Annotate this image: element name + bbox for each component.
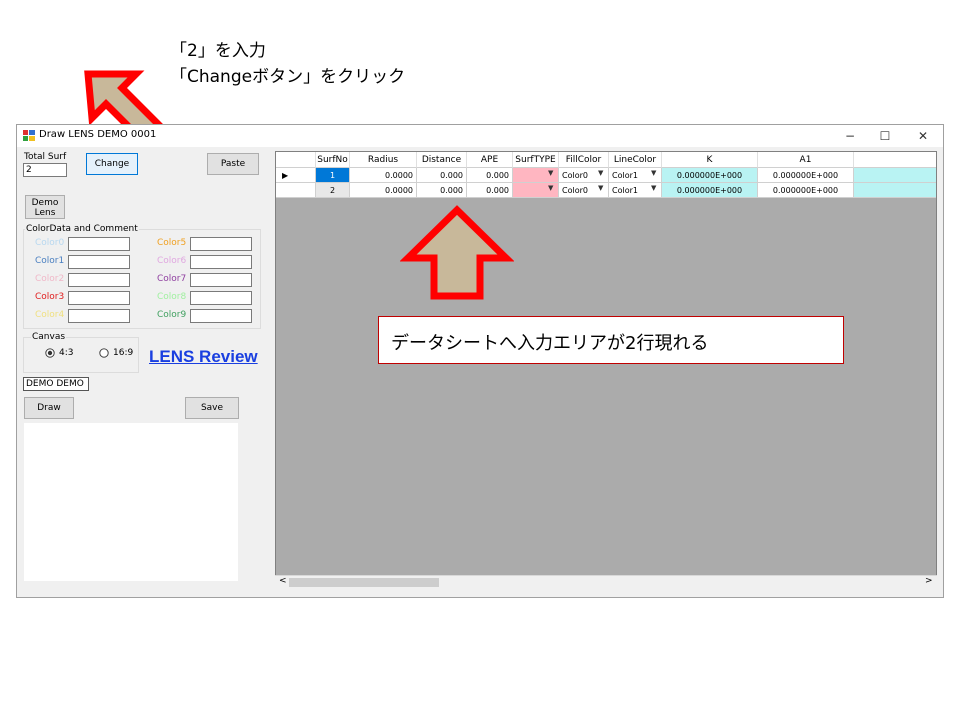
grid-header-surftype[interactable]: SurfTYPE	[513, 152, 559, 168]
annotation-line-2: 「Changeボタン」をクリック	[170, 67, 406, 87]
window-title: Draw LENS DEMO 0001	[39, 129, 157, 140]
dropdown-arrow-icon[interactable]: ▼	[598, 184, 603, 192]
radio-169[interactable]	[99, 348, 109, 358]
color-comment-input-1[interactable]	[68, 255, 130, 269]
color-label-0: Color0	[35, 238, 65, 248]
data-grid: SurfNo Radius Distance APE SurfTYPE FillColor…	[275, 151, 937, 589]
grid-header-a1[interactable]: A1	[758, 152, 854, 168]
drawing-canvas[interactable]	[24, 423, 238, 581]
color-comment-input-2[interactable]	[68, 273, 130, 287]
paste-button[interactable]: Paste	[207, 153, 259, 175]
save-button[interactable]: Save	[185, 397, 239, 419]
grid-header-distance[interactable]: Distance	[417, 152, 467, 168]
color-label-2: Color2	[35, 274, 65, 284]
color-comment-input-8[interactable]	[190, 291, 252, 305]
color-group-label: ColorData and Comment	[25, 224, 139, 234]
grid-header-fillcolor[interactable]: FillColor	[559, 152, 609, 168]
pointer-arrow-up	[400, 205, 514, 300]
dropdown-arrow-icon[interactable]: ▼	[651, 169, 656, 177]
draw-button[interactable]: Draw	[24, 397, 74, 419]
radio-169-label: 16:9	[113, 348, 134, 358]
color-label-1: Color1	[35, 256, 65, 266]
title-bar: Draw LENS DEMO 0001 − ☐ ✕	[17, 125, 943, 147]
cell-more-0[interactable]: 0.0	[854, 168, 936, 183]
cell-ape-0[interactable]: 0.000	[467, 168, 513, 183]
row-header-1[interactable]	[276, 183, 316, 198]
row-header-0[interactable]: ▶	[276, 168, 316, 183]
demo-text-box: DEMO DEMO	[23, 377, 89, 391]
grid-corner-header	[276, 152, 316, 168]
color-comment-input-3[interactable]	[68, 291, 130, 305]
demo-lens-button[interactable]: Demo Lens	[25, 195, 65, 219]
color-label-7: Color7	[157, 274, 187, 284]
color-label-9: Color9	[157, 310, 187, 320]
cell-distance-0[interactable]: 0.000	[417, 168, 467, 183]
color-comment-input-6[interactable]	[190, 255, 252, 269]
dropdown-arrow-icon[interactable]: ▼	[598, 169, 603, 177]
grid-header-next[interactable]	[854, 152, 936, 168]
close-button[interactable]: ✕	[908, 127, 938, 145]
scroll-left-arrow[interactable]: <	[279, 576, 287, 586]
app-icon	[23, 130, 35, 141]
total-surf-label: Total Surf	[24, 152, 67, 162]
cell-distance-1[interactable]: 0.000	[417, 183, 467, 198]
callout-text: データシートへ入力エリアが2行現れる	[391, 333, 709, 354]
color-comment-input-0[interactable]	[68, 237, 130, 251]
cell-more-1[interactable]: 0.0	[854, 183, 936, 198]
cell-radius-0[interactable]: 0.0000	[350, 168, 417, 183]
grid-header-linecolor[interactable]: LineColor	[609, 152, 662, 168]
color-label-8: Color8	[157, 292, 187, 302]
cell-surf-1[interactable]: 2	[316, 183, 350, 198]
dropdown-arrow-icon[interactable]: ▼	[651, 184, 656, 192]
maximize-button[interactable]: ☐	[870, 127, 900, 145]
total-surf-input[interactable]: 2	[23, 163, 67, 177]
dropdown-arrow-icon[interactable]: ▼	[548, 169, 553, 177]
cell-k-1[interactable]: 0.000000E+000	[662, 183, 758, 198]
color-comment-input-7[interactable]	[190, 273, 252, 287]
dropdown-arrow-icon[interactable]: ▼	[548, 184, 553, 192]
color-label-3: Color3	[35, 292, 65, 302]
cell-a1-1[interactable]: 0.000000E+000	[758, 183, 854, 198]
cell-ape-1[interactable]: 0.000	[467, 183, 513, 198]
radio-43-label: 4:3	[59, 348, 74, 358]
canvas-label: Canvas	[31, 332, 67, 342]
color-label-5: Color5	[157, 238, 187, 248]
demo-lens-line1: Demo	[31, 198, 59, 208]
scroll-thumb[interactable]	[289, 578, 439, 587]
cell-radius-1[interactable]: 0.0000	[350, 183, 417, 198]
grid-header-ape[interactable]: APE	[467, 152, 513, 168]
minimize-button[interactable]: −	[835, 127, 865, 145]
color-label-6: Color6	[157, 256, 187, 266]
cell-k-0[interactable]: 0.000000E+000	[662, 168, 758, 183]
demo-lens-line2: Lens	[34, 208, 56, 218]
lens-review-link[interactable]: LENS Review	[149, 347, 258, 367]
color-comment-input-5[interactable]	[190, 237, 252, 251]
change-button[interactable]: Change	[86, 153, 138, 175]
cell-a1-0[interactable]: 0.000000E+000	[758, 168, 854, 183]
grid-header-k[interactable]: K	[662, 152, 758, 168]
horizontal-scrollbar[interactable]: < >	[275, 575, 937, 589]
color-comment-input-9[interactable]	[190, 309, 252, 323]
radio-43-selected[interactable]	[45, 348, 55, 358]
callout-box: データシートへ入力エリアが2行現れる	[378, 316, 844, 364]
color-label-4: Color4	[35, 310, 65, 320]
grid-header-surfno[interactable]: SurfNo	[316, 152, 350, 168]
cell-surf-0[interactable]: 1	[316, 168, 350, 183]
scroll-right-arrow[interactable]: >	[925, 576, 933, 586]
color-comment-input-4[interactable]	[68, 309, 130, 323]
grid-header-radius[interactable]: Radius	[350, 152, 417, 168]
